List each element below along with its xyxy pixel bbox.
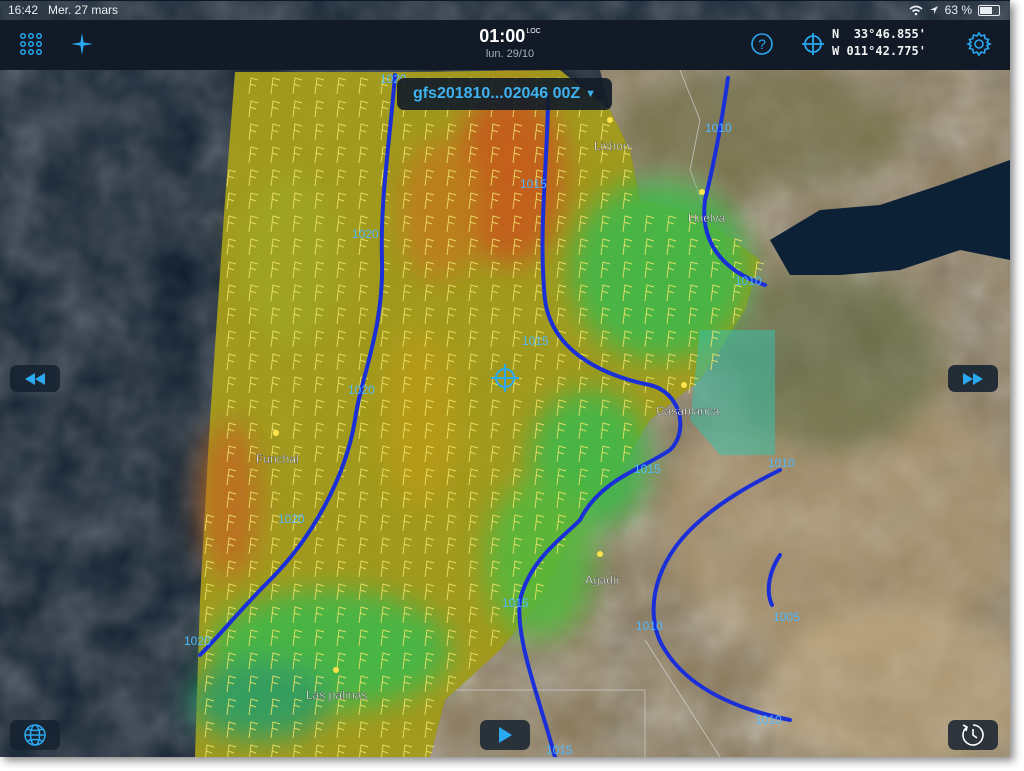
status-right: 63 % (909, 3, 1000, 17)
isobar-label: 1010 (705, 121, 732, 135)
clock-display[interactable]: 01:00LOC lun. 29/10 (455, 26, 565, 60)
status-time: 16:42 (8, 3, 39, 17)
isobar-label: 1010 (735, 274, 762, 288)
wifi-icon (909, 5, 923, 15)
grid-menu-button[interactable] (17, 30, 45, 58)
settings-icon (966, 31, 992, 57)
lon-value: 011°42.775' (846, 44, 926, 58)
isobar-label: 1015 (634, 462, 661, 476)
app-frame: 1020 1010 1015 1020 1010 1015 1020 1010 … (0, 0, 1010, 757)
isobar-label: 1010 (768, 456, 795, 470)
isobar-label: 1015 (522, 334, 549, 348)
model-selector[interactable]: gfs201810...02046 00Z ▼ (397, 78, 612, 110)
globe-icon (24, 724, 46, 746)
help-icon: ? (751, 33, 773, 55)
isobar-label: 1015 (520, 177, 547, 191)
top-toolbar: 01:00LOC lun. 29/10 ? N 33°46.855' W 011… (0, 20, 1010, 70)
isobar-label: 1010 (636, 619, 663, 633)
time-history-button[interactable] (948, 720, 998, 750)
compass-star-button[interactable] (68, 30, 96, 58)
grid-menu-icon (19, 32, 43, 56)
weather-map[interactable]: 1020 1010 1015 1020 1010 1015 1020 1010 … (0, 0, 1010, 757)
crosshair-icon (802, 33, 824, 55)
help-button[interactable]: ? (748, 30, 776, 58)
city-label-funchal: Funchal (256, 452, 299, 466)
fast-forward-button[interactable] (948, 365, 998, 392)
settings-button[interactable] (965, 30, 993, 58)
lon-hemisphere: W (832, 44, 840, 58)
globe-button[interactable] (10, 720, 60, 750)
position-coordinates: N 33°46.855' W 011°42.775' (832, 26, 926, 60)
isobar-label: 1020 (278, 512, 305, 526)
isobar-label: 1020 (184, 634, 211, 648)
city-label-huelva: Huelva (688, 211, 726, 225)
position-button[interactable] (799, 30, 827, 58)
clock-time: 01:00 (479, 26, 526, 46)
city-label-casablanca: Casablanca (656, 404, 720, 418)
isobar-label: 1005 (773, 610, 800, 624)
isobar-label: 1010 (755, 713, 782, 727)
city-label-agadir: Agadir (585, 573, 620, 587)
play-icon (499, 727, 512, 743)
play-button[interactable] (480, 720, 530, 750)
city-label-las-palmas: Las palmas (306, 688, 367, 702)
rewind-icon (25, 372, 45, 385)
status-date: Mer. 27 mars (48, 3, 119, 17)
rewind-button[interactable] (10, 365, 60, 392)
clock-date: lun. 29/10 (485, 48, 535, 60)
svg-text:?: ? (758, 36, 766, 52)
clock-history-icon (962, 724, 984, 746)
isobar-label: 1015 (546, 743, 573, 757)
isobar-label: 1020 (352, 227, 379, 241)
battery-icon (978, 4, 1000, 16)
lat-value: 33°46.855' (853, 27, 926, 41)
clock-zone: LOC (526, 28, 541, 35)
battery-percent: 63 % (944, 3, 972, 17)
city-label-lisbon: Lisbon (594, 139, 629, 153)
model-selector-label: gfs201810...02046 00Z (412, 85, 581, 102)
isobar-label: 1015 (502, 596, 529, 610)
fast-forward-icon (963, 372, 983, 385)
lat-hemisphere: N (832, 27, 840, 41)
location-arrow-icon (929, 6, 938, 14)
status-bar: 16:42 Mer. 27 mars 63 % (0, 0, 1010, 20)
isobar-label: 1020 (348, 383, 375, 397)
compass-star-icon (71, 33, 93, 55)
chevron-down-icon: ▼ (585, 88, 597, 100)
